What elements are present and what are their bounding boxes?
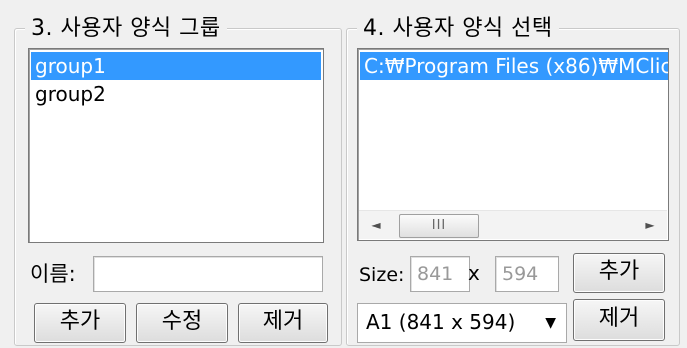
- name-label: 이름:: [30, 262, 76, 286]
- scroll-right-icon[interactable]: ►: [637, 211, 663, 239]
- template-listbox[interactable]: C:₩Program Files (x86)₩MClick ◄ III ►: [357, 48, 669, 241]
- group-panel-title: 3. 사용자 양식 그룹: [25, 15, 227, 43]
- remove-group-button[interactable]: 제거: [238, 303, 328, 343]
- list-item[interactable]: C:₩Program Files (x86)₩MClick: [360, 52, 668, 80]
- group-listbox[interactable]: group1 group2: [28, 48, 324, 243]
- chevron-down-icon[interactable]: ▼: [545, 304, 556, 342]
- scroll-left-icon[interactable]: ◄: [363, 211, 389, 239]
- name-field[interactable]: [93, 256, 323, 292]
- paper-size-value: A1 (841 x 594): [366, 310, 516, 334]
- add-group-button[interactable]: 추가: [34, 303, 126, 343]
- remove-template-button[interactable]: 제거: [573, 299, 665, 341]
- edit-group-button[interactable]: 수정: [136, 303, 228, 343]
- horizontal-scrollbar[interactable]: ◄ III ►: [359, 210, 667, 239]
- list-item[interactable]: group2: [31, 80, 321, 108]
- width-field[interactable]: 841: [410, 256, 470, 292]
- times-symbol: x: [468, 261, 480, 285]
- scroll-thumb[interactable]: III: [399, 214, 479, 238]
- select-panel-title: 4. 사용자 양식 선택: [357, 15, 559, 43]
- add-size-button[interactable]: 추가: [573, 253, 665, 293]
- height-field[interactable]: 594: [495, 256, 559, 292]
- paper-size-select[interactable]: A1 (841 x 594) ▼: [357, 303, 567, 343]
- size-label: Size:: [359, 264, 405, 286]
- list-item[interactable]: group1: [31, 52, 321, 80]
